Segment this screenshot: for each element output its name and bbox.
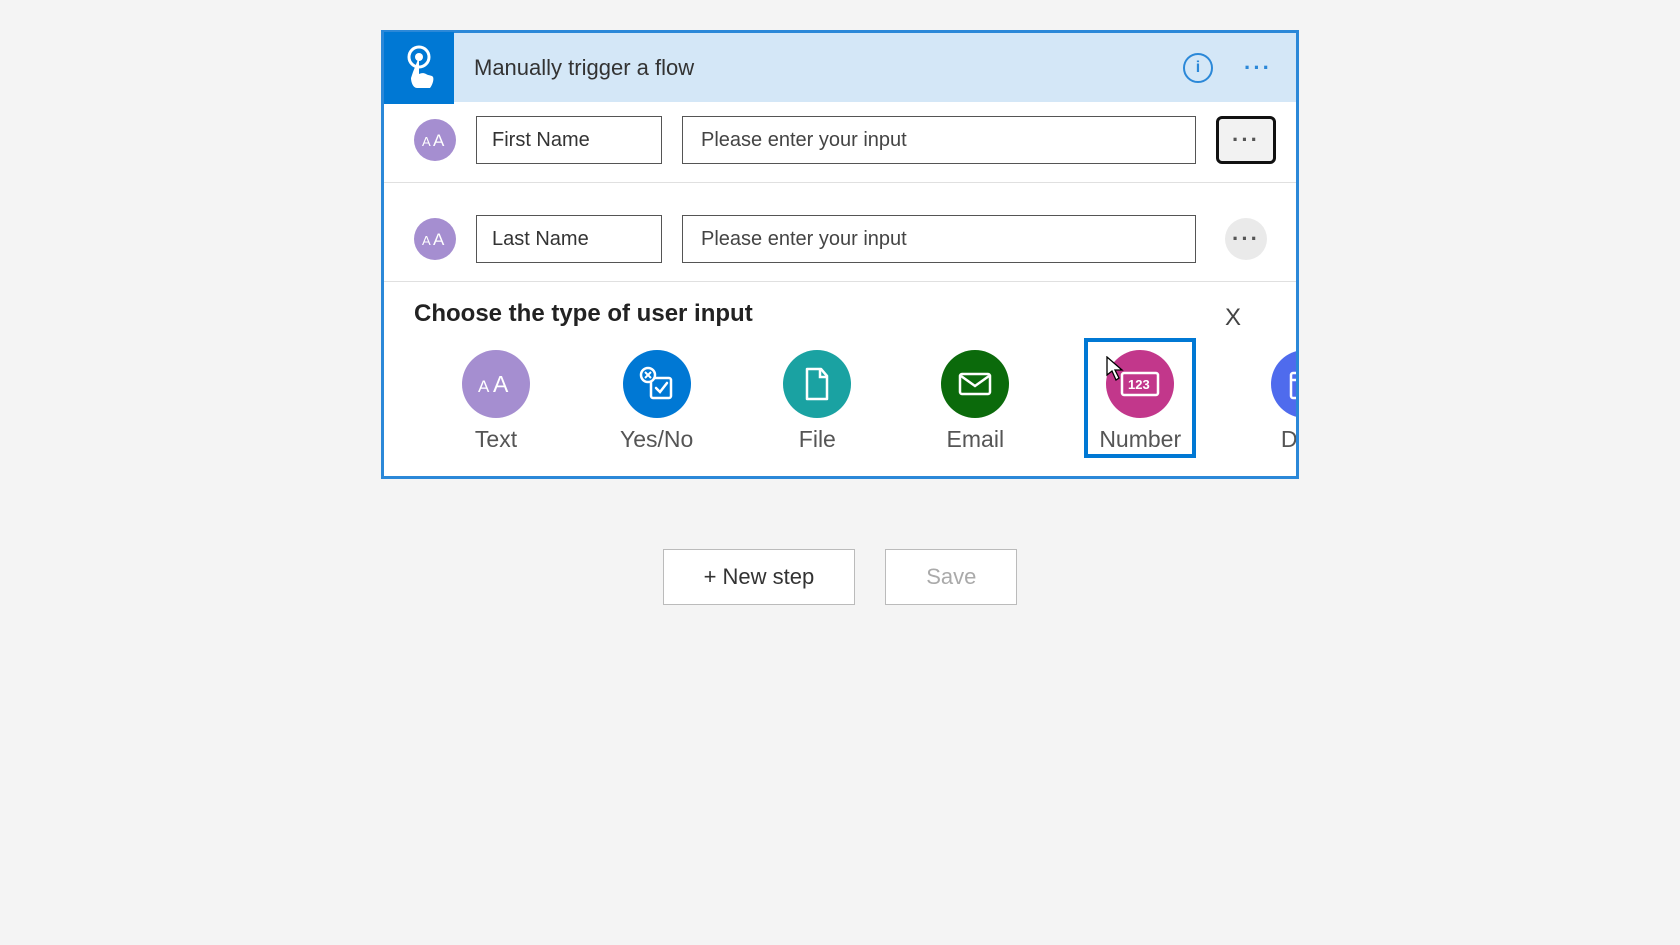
text-type-badge: A A bbox=[414, 119, 456, 161]
text-aa-icon: A A bbox=[422, 229, 448, 249]
save-button[interactable]: Save bbox=[885, 549, 1017, 605]
action-bar: + New step Save bbox=[381, 549, 1299, 605]
trigger-title: Manually trigger a flow bbox=[454, 55, 1183, 81]
type-option-date[interactable]: 21 Date bbox=[1256, 338, 1299, 458]
input-row-menu-button[interactable]: ··· bbox=[1225, 218, 1267, 260]
text-aa-icon: A A bbox=[422, 130, 448, 150]
svg-text:A: A bbox=[433, 131, 445, 150]
type-option-list: A A Text bbox=[414, 332, 1266, 458]
close-icon[interactable]: X bbox=[1225, 304, 1241, 332]
text-type-badge: A A bbox=[414, 218, 456, 260]
type-option-label: Text bbox=[475, 426, 517, 453]
type-option-email[interactable]: Email bbox=[926, 338, 1024, 458]
trigger-type-icon-box bbox=[384, 32, 454, 104]
svg-text:A: A bbox=[422, 134, 431, 149]
file-icon bbox=[783, 350, 851, 418]
text-aa-icon: A A bbox=[462, 350, 530, 418]
trigger-menu-button[interactable]: ··· bbox=[1238, 55, 1278, 81]
type-option-text[interactable]: A A Text bbox=[447, 338, 545, 458]
info-icon[interactable]: i bbox=[1183, 53, 1213, 83]
type-option-label: File bbox=[799, 426, 836, 453]
svg-text:123: 123 bbox=[1128, 377, 1150, 392]
choose-title: Choose the type of user input bbox=[414, 300, 1266, 328]
type-option-yesno[interactable]: Yes/No bbox=[605, 338, 708, 458]
new-step-button[interactable]: + New step bbox=[663, 549, 856, 605]
touch-icon bbox=[399, 44, 439, 92]
svg-text:A: A bbox=[433, 230, 445, 249]
type-option-label: Number bbox=[1099, 426, 1181, 453]
input-value-field[interactable] bbox=[682, 215, 1196, 263]
input-row-first-name: A A ··· bbox=[384, 102, 1296, 183]
input-row-last-name: A A ··· bbox=[384, 183, 1296, 282]
type-option-label: Email bbox=[947, 426, 1005, 453]
trigger-card: Manually trigger a flow i ··· A A ··· bbox=[381, 30, 1299, 479]
number-icon: 123 bbox=[1106, 350, 1174, 418]
svg-text:A: A bbox=[478, 377, 490, 396]
input-row-menu-button[interactable]: ··· bbox=[1216, 116, 1276, 164]
svg-text:A: A bbox=[493, 371, 509, 397]
date-icon: 21 bbox=[1271, 350, 1299, 418]
choose-input-type-section: Choose the type of user input X A A Text bbox=[384, 282, 1296, 476]
input-label-field[interactable] bbox=[476, 215, 662, 263]
type-option-file[interactable]: File bbox=[768, 338, 866, 458]
type-option-number[interactable]: 123 Number bbox=[1084, 338, 1196, 458]
email-icon bbox=[941, 350, 1009, 418]
trigger-header[interactable]: Manually trigger a flow i ··· bbox=[384, 30, 1296, 102]
input-label-field[interactable] bbox=[476, 116, 662, 164]
yesno-icon bbox=[623, 350, 691, 418]
svg-text:A: A bbox=[422, 233, 431, 248]
type-option-label: Date bbox=[1281, 426, 1299, 453]
type-option-label: Yes/No bbox=[620, 426, 693, 453]
input-value-field[interactable] bbox=[682, 116, 1196, 164]
